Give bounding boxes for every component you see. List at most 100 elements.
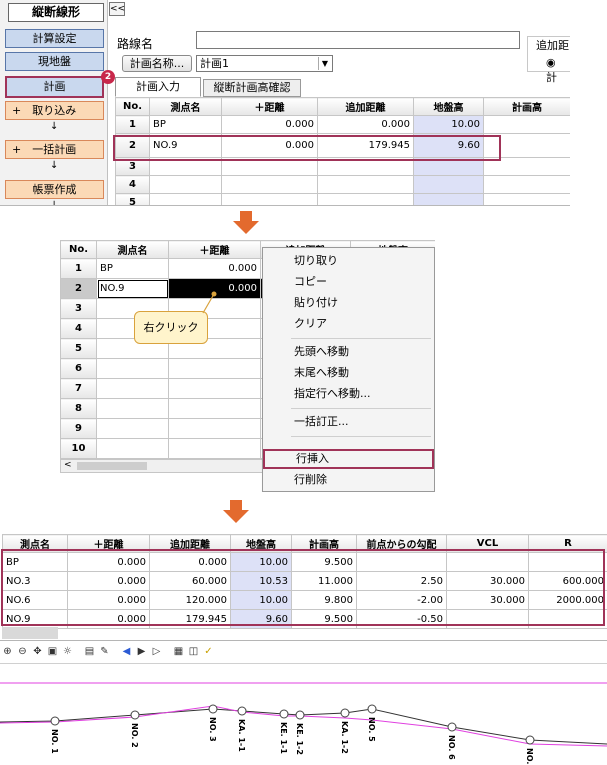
added-distance-cell[interactable] — [317, 175, 414, 194]
row-number[interactable]: 1 — [60, 258, 97, 279]
station-cell[interactable]: BP — [149, 115, 222, 134]
column-header[interactable]: 測点名 — [149, 97, 222, 116]
row-number[interactable]: 6 — [60, 358, 97, 379]
plan-name-button[interactable]: 計画名称... — [122, 55, 192, 72]
column-header[interactable]: No. — [115, 97, 150, 116]
plan-result-window: 測点名 ＋距離 追加距離 地盤高 計画高 前点からの勾配 VCL R BP 0.0… — [0, 533, 607, 765]
extra-distance-radio[interactable]: ◉ 計 — [546, 56, 570, 85]
row-number[interactable]: 10 — [60, 438, 97, 459]
tab-plan-height-check[interactable]: 縦断計画高確認 — [203, 79, 301, 97]
grid-icon[interactable]: ▦ — [173, 646, 184, 657]
plan-height-cell[interactable] — [483, 193, 570, 205]
row-number[interactable]: 4 — [115, 175, 150, 194]
added-distance-cell[interactable] — [317, 193, 414, 205]
column-header[interactable]: 追加距離 — [317, 97, 414, 116]
next-icon[interactable]: ▷ — [151, 646, 162, 657]
fit-icon[interactable]: ▣ — [47, 646, 58, 657]
scrollbar-thumb[interactable] — [2, 627, 58, 639]
station-label: NO. 5 — [367, 717, 376, 742]
batch-plan-button[interactable]: + 一括計画 — [5, 140, 104, 159]
print-icon[interactable]: ▤ — [84, 646, 95, 657]
plan-height-cell[interactable] — [483, 175, 570, 194]
row-number[interactable]: 1 — [115, 115, 150, 134]
menu-separator — [291, 338, 431, 339]
station-cell[interactable] — [149, 175, 222, 194]
station-cell[interactable] — [96, 418, 169, 439]
row-number[interactable]: 5 — [60, 338, 97, 359]
row-number[interactable]: 9 — [60, 418, 97, 439]
divider — [0, 640, 607, 641]
row-number[interactable]: 5 — [115, 193, 150, 205]
prev-icon[interactable]: ◀ — [121, 646, 132, 657]
menu-item-paste[interactable]: 貼り付け — [263, 293, 434, 313]
station-cell[interactable]: NO.9 — [96, 278, 169, 299]
ground-button[interactable]: 現地盤 — [5, 52, 104, 71]
pen-icon[interactable]: ✎ — [99, 646, 110, 657]
tab-plan-input[interactable]: 計画入力 — [115, 77, 201, 97]
row-number[interactable]: 7 — [60, 378, 97, 399]
plus-distance-cell[interactable] — [221, 193, 318, 205]
menu-item-move-to-row[interactable]: 指定行へ移動... — [263, 384, 434, 404]
column-header[interactable]: 計画高 — [483, 97, 570, 116]
station-cell[interactable]: BP — [96, 258, 169, 279]
plus-distance-cell[interactable] — [168, 358, 261, 379]
plus-distance-cell[interactable] — [168, 418, 261, 439]
profile-view[interactable]: NO. 1 NO. 2 NO. 3 KA. 1-1 KE. 1-1 KE. 1-2 KA. … — [0, 664, 607, 765]
column-header[interactable]: ＋距離 — [168, 240, 261, 259]
row-number[interactable]: 3 — [60, 298, 97, 319]
table-row[interactable]: 1 BP 0.000 0.000 10.00 — [115, 115, 570, 134]
station-cell[interactable] — [96, 358, 169, 379]
plus-distance-cell[interactable] — [221, 175, 318, 194]
import-button[interactable]: + 取り込み — [5, 101, 104, 120]
plus-distance-cell[interactable]: 0.000 — [221, 115, 318, 134]
station-cell[interactable] — [96, 438, 169, 459]
collapse-sidebar-button[interactable]: << — [109, 2, 125, 16]
report-button[interactable]: 帳票作成 — [5, 180, 104, 199]
menu-item-cut[interactable]: 切り取り — [263, 251, 434, 271]
plan-height-cell[interactable] — [483, 115, 570, 134]
menu-item-clear[interactable]: クリア — [263, 314, 434, 334]
table-row[interactable]: 5 — [115, 193, 570, 205]
plan-name-select[interactable]: 計画1 ▼ — [196, 55, 333, 72]
station-cell[interactable] — [96, 398, 169, 419]
ground-height-cell[interactable] — [413, 175, 484, 194]
ground-height-cell[interactable]: 10.00 — [413, 115, 484, 134]
station-marker — [208, 704, 218, 714]
scrollbar-thumb[interactable] — [77, 462, 147, 470]
route-name-input[interactable] — [196, 31, 520, 49]
row-number[interactable]: 4 — [60, 318, 97, 339]
plan-button[interactable]: 計画 — [5, 76, 104, 98]
horizontal-scrollbar[interactable]: < — [60, 459, 265, 473]
added-distance-cell[interactable]: 0.000 — [317, 115, 414, 134]
plus-distance-cell[interactable] — [168, 438, 261, 459]
table-row[interactable]: 4 — [115, 175, 570, 194]
light-icon[interactable]: ☼ — [62, 646, 73, 657]
menu-item-insert-row[interactable]: 行挿入 — [263, 449, 434, 469]
plus-distance-cell[interactable] — [168, 398, 261, 419]
pan-icon[interactable]: ✥ — [32, 646, 43, 657]
play-icon[interactable]: ▶ — [136, 646, 147, 657]
ground-height-cell[interactable] — [413, 193, 484, 205]
zoom-in-icon[interactable]: ⊕ — [2, 646, 13, 657]
row-number[interactable]: 8 — [60, 398, 97, 419]
row-number[interactable]: 2 — [60, 278, 97, 299]
column-header[interactable]: 地盤高 — [413, 97, 484, 116]
zoom-out-icon[interactable]: ⊖ — [17, 646, 28, 657]
menu-item-copy[interactable]: コピー — [263, 272, 434, 292]
menu-item-batch-edit[interactable]: 一括訂正... — [263, 412, 434, 432]
calc-settings-button[interactable]: 計算設定 — [5, 29, 104, 48]
column-header[interactable]: No. — [60, 240, 97, 259]
scroll-left-icon[interactable]: < — [64, 460, 72, 470]
marker-icon[interactable]: ✓ — [203, 646, 214, 657]
plus-distance-cell[interactable]: 0.000 — [168, 258, 261, 279]
step-badge: 2 — [101, 70, 115, 84]
plus-distance-cell[interactable] — [168, 378, 261, 399]
column-header[interactable]: 測点名 — [96, 240, 169, 259]
menu-item-delete-row[interactable]: 行削除 — [263, 470, 434, 490]
menu-item-move-top[interactable]: 先頭へ移動 — [263, 342, 434, 362]
station-cell[interactable] — [96, 378, 169, 399]
column-header[interactable]: ＋距離 — [221, 97, 318, 116]
station-cell[interactable] — [149, 193, 222, 205]
view-icon[interactable]: ◫ — [188, 646, 199, 657]
menu-item-move-end[interactable]: 末尾へ移動 — [263, 363, 434, 383]
